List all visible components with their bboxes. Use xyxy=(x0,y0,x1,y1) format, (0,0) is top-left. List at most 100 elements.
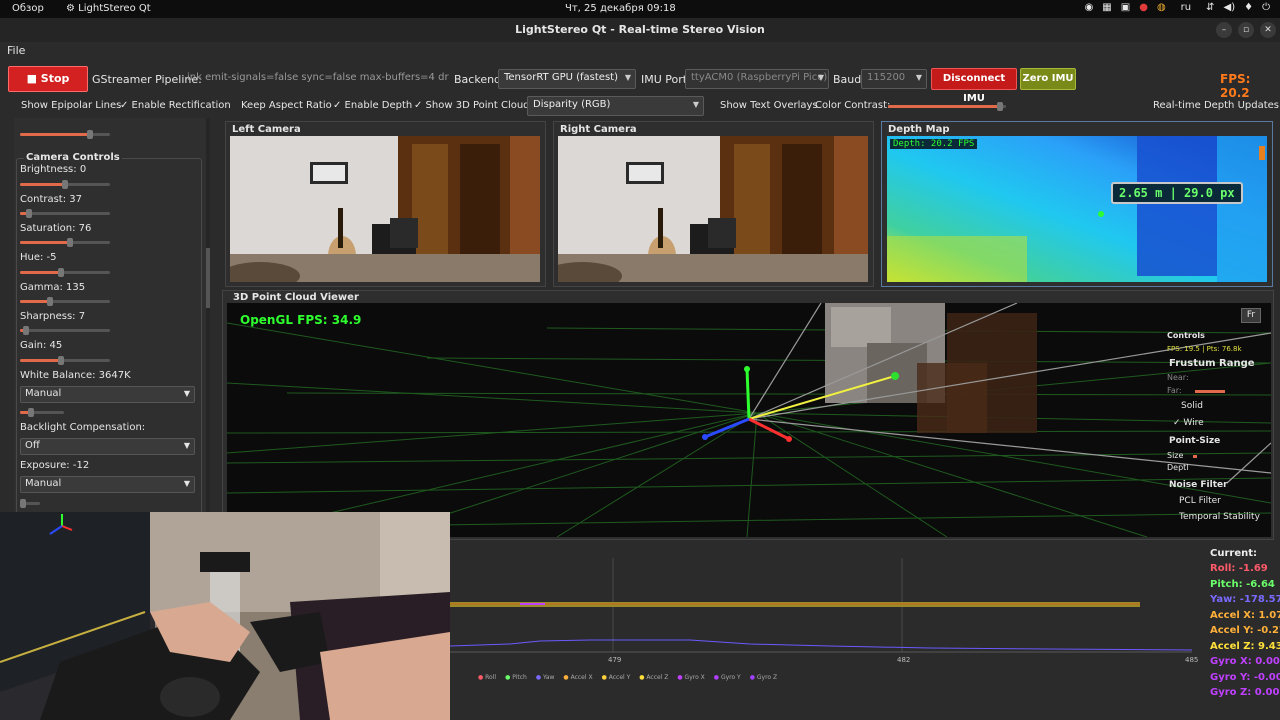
imu-port-label: IMU Port: xyxy=(641,73,691,86)
webcam-person-image xyxy=(0,512,450,720)
toolbar-primary: ■ Stop GStreamer Pipeline: ink emit-sign… xyxy=(0,64,1280,104)
pipeline-input[interactable]: ink emit-signals=false sync=false max-bu… xyxy=(183,70,449,88)
system-tray: ◉ ▦ ▣ ● ◍ ru ⇵ ◀) ♦ ⏻ xyxy=(1085,2,1270,13)
app-name: LightStereo Qt xyxy=(78,3,151,14)
legend-item: ● Roll xyxy=(478,674,496,681)
pointcloud-title: 3D Point Cloud Viewer xyxy=(233,292,359,303)
max-disparity-slider[interactable] xyxy=(20,130,110,139)
far-label: Far: xyxy=(1167,386,1182,395)
right-camera-panel: Right Camera xyxy=(553,121,874,287)
solid-option[interactable]: Solid xyxy=(1181,401,1203,411)
brightness-slider[interactable] xyxy=(20,180,110,189)
aspect-ratio-checkbox[interactable]: Keep Aspect Ratio xyxy=(241,100,332,111)
window-title: LightStereo Qt - Real-time Stereo Vision xyxy=(515,23,765,36)
color-contrast-handle[interactable] xyxy=(997,102,1004,111)
pointcloud-render xyxy=(227,303,1271,537)
panel-scrollbar[interactable] xyxy=(206,118,210,514)
legend-item: ● Gyro X xyxy=(677,674,704,681)
network-icon[interactable]: ⇵ xyxy=(1206,2,1214,13)
legend-label: Roll xyxy=(485,674,497,681)
panel-scrollbar-thumb[interactable] xyxy=(206,248,210,308)
hue-slider[interactable] xyxy=(20,268,110,277)
realtime-depth-checkbox[interactable]: Real-time Depth Updates xyxy=(1153,100,1279,111)
pointcloud-checkbox[interactable]: ✓ Show 3D Point Cloud xyxy=(414,100,530,111)
disconnect-imu-button[interactable]: Disconnect IMU xyxy=(931,68,1017,104)
text-overlays-checkbox[interactable]: Show Text Overlays xyxy=(720,100,818,111)
menu-file[interactable]: File xyxy=(7,44,25,57)
depth-checkbox[interactable]: ✓ Enable Depth xyxy=(333,100,412,111)
input-method-icon[interactable]: ▦ xyxy=(1102,2,1111,13)
imu-current-value: Gyro Z: 0.00 xyxy=(1210,687,1280,698)
backlight-select[interactable]: Off ▼ xyxy=(20,438,195,455)
size-slider[interactable] xyxy=(1193,455,1197,458)
pointcloud-canvas[interactable]: OpenGL FPS: 34.9 Fr Controls FPS: 19.5 |… xyxy=(227,303,1271,537)
disparity-mode-select[interactable]: Disparity (RGB) ▼ xyxy=(527,96,704,116)
record-indicator-icon[interactable]: ● xyxy=(1139,2,1148,13)
volume-icon[interactable]: ◀) xyxy=(1224,2,1236,13)
exposure-mode-select[interactable]: Manual ▼ xyxy=(20,476,195,493)
white-balance-label: White Balance: 3647K xyxy=(20,370,131,381)
opengl-fps-readout: OpenGL FPS: 34.9 xyxy=(240,313,362,327)
wire-option[interactable]: ✓ Wire xyxy=(1173,418,1204,428)
pcl-filter-option[interactable]: PCL Filter xyxy=(1179,496,1221,506)
color-contrast-slider[interactable] xyxy=(888,102,1006,111)
zero-imu-button[interactable]: Zero IMU xyxy=(1020,68,1076,90)
saturation-slider[interactable] xyxy=(20,238,110,247)
stop-button[interactable]: ■ Stop xyxy=(8,66,88,92)
chevron-down-icon: ▼ xyxy=(915,73,922,82)
steam-icon[interactable]: ◉ xyxy=(1085,2,1094,13)
legend-swatch: ● xyxy=(601,674,609,681)
chrome-icon[interactable]: ◍ xyxy=(1157,2,1166,13)
active-app-menu[interactable]: ⚙ LightStereo Qt xyxy=(66,3,151,14)
chevron-down-icon: ▼ xyxy=(183,479,190,488)
screen-recorder-icon[interactable]: ▣ xyxy=(1121,2,1130,13)
near-label: Near: xyxy=(1167,373,1189,382)
epipolar-checkbox[interactable]: Show Epipolar Lines xyxy=(21,100,121,111)
webcam-overlay xyxy=(0,512,450,720)
far-slider[interactable] xyxy=(1195,390,1225,393)
backlight-label: Backlight Compensation: xyxy=(20,422,146,433)
camera-controls-title: Camera Controls xyxy=(24,152,122,163)
legend-item: ● Accel Z xyxy=(639,674,668,681)
imu-chart-panel: 479 482 485 ● Roll ● Pitch ● Yaw ● Accel X ●… xyxy=(450,548,1280,720)
color-contrast-label: Color Contrast: xyxy=(815,100,891,111)
legend-label: Gyro Y xyxy=(720,674,741,681)
current-title: Current: xyxy=(1210,548,1258,559)
white-balance-mode-select[interactable]: Manual ▼ xyxy=(20,386,195,403)
depth-map-view[interactable]: Depth: 20.2 FPS 2.65 m | 29.0 px xyxy=(887,136,1267,282)
legend-item: ● Gyro Z xyxy=(750,674,777,681)
power-icon[interactable]: ⏻ xyxy=(1262,2,1270,13)
activities-button[interactable]: Обзор xyxy=(12,3,44,14)
imu-port-select[interactable]: ttyACM0 (RaspberryPi Pico) ▼ xyxy=(685,69,829,89)
backend-select[interactable]: TensorRT GPU (fastest) ▼ xyxy=(498,69,636,89)
minimize-button[interactable]: – xyxy=(1216,22,1232,38)
frustum-toggle-button[interactable]: Fr xyxy=(1241,308,1261,323)
system-top-bar: Обзор ⚙ LightStereo Qt Чт, 25 декабря 09… xyxy=(0,0,1280,18)
legend-swatch: ● xyxy=(749,674,757,681)
left-camera-feed[interactable] xyxy=(230,136,540,282)
right-camera-feed[interactable] xyxy=(558,136,868,282)
white-balance-slider[interactable] xyxy=(20,408,64,417)
legend-swatch: ● xyxy=(563,674,571,681)
sharpness-slider[interactable] xyxy=(20,326,110,335)
baud-select[interactable]: 115200 ▼ xyxy=(861,69,927,89)
keyboard-layout[interactable]: ru xyxy=(1181,2,1191,13)
window-titlebar[interactable]: LightStereo Qt - Real-time Stereo Vision… xyxy=(0,18,1280,42)
chevron-down-icon: ▼ xyxy=(692,100,699,109)
legend-label: Accel X xyxy=(570,674,593,681)
imu-current-value: Accel X: 1.07 xyxy=(1210,609,1280,621)
restore-button[interactable]: ▫ xyxy=(1238,22,1254,38)
microphone-icon[interactable]: ♦ xyxy=(1244,2,1253,13)
exposure-slider[interactable] xyxy=(20,499,40,508)
contrast-label: Contrast: 37 xyxy=(20,194,83,205)
system-clock[interactable]: Чт, 25 декабря 09:18 xyxy=(565,3,676,14)
size-label: Size xyxy=(1167,451,1184,460)
imu-current-value: Yaw: -178.57 xyxy=(1210,594,1280,605)
close-button[interactable]: ✕ xyxy=(1260,22,1276,38)
gain-slider[interactable] xyxy=(20,356,110,365)
contrast-slider[interactable] xyxy=(20,209,110,218)
rectification-checkbox[interactable]: ✓ Enable Rectification xyxy=(120,100,231,111)
temporal-stability-option[interactable]: Temporal Stability xyxy=(1179,512,1260,522)
gamma-slider[interactable] xyxy=(20,297,110,306)
imu-current-value: Gyro X: 0.00 xyxy=(1210,656,1280,667)
